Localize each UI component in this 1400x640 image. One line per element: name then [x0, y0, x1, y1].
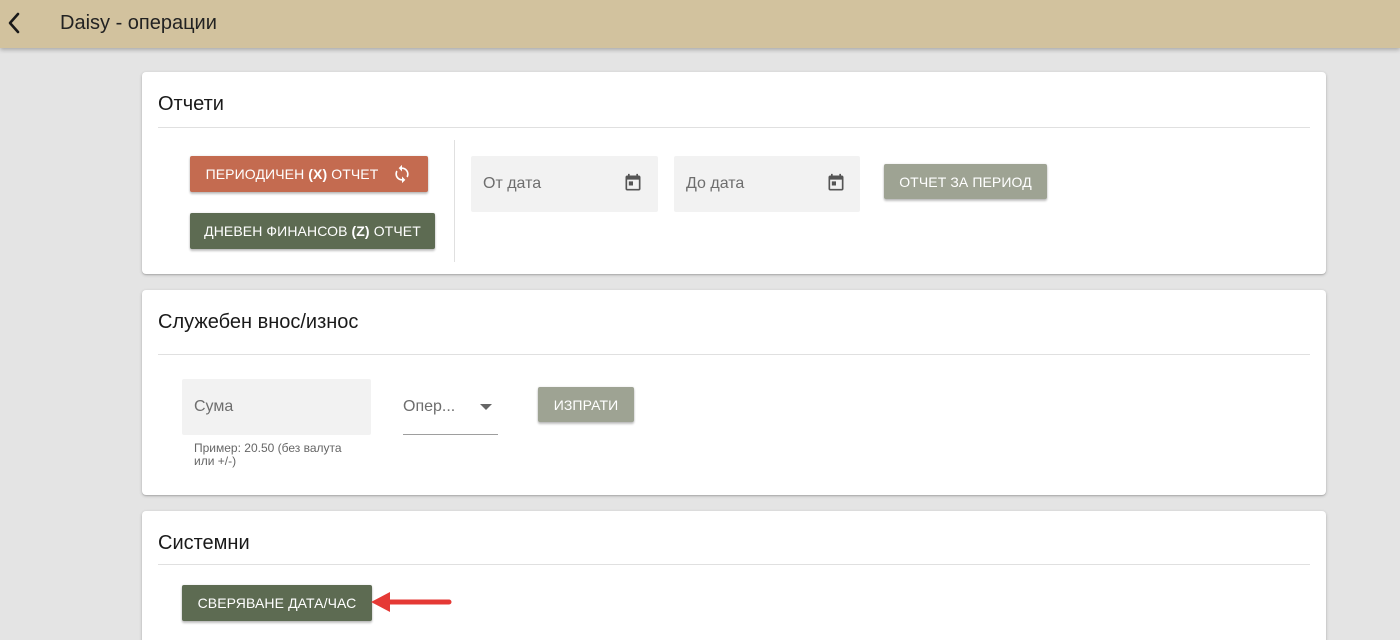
cash-in-out-title: Служебен внос/износ	[158, 311, 359, 333]
reports-card: Отчети ПЕРИОДИЧЕН (X) ОТЧЕТ ДНЕВЕН ФИНАН…	[142, 72, 1326, 274]
operation-select[interactable]: Опер...	[403, 386, 498, 435]
from-date-field[interactable]: От дата	[471, 156, 658, 212]
annotation-arrow-icon	[371, 592, 452, 612]
system-card: Системни СВЕРЯВАНЕ ДАТА/ЧАС	[142, 511, 1326, 640]
sync-date-time-button[interactable]: СВЕРЯВАНЕ ДАТА/ЧАС	[182, 585, 372, 621]
reports-title: Отчети	[158, 93, 224, 115]
amount-hint: Пример: 20.50 (без валута или +/-)	[194, 441, 342, 468]
from-date-placeholder: От дата	[483, 175, 542, 192]
operation-placeholder: Опер...	[403, 398, 456, 415]
top-app-bar: Daisy - операции	[0, 0, 1400, 48]
system-divider	[158, 564, 1310, 565]
to-date-field[interactable]: До дата	[674, 156, 860, 212]
refresh-icon	[395, 164, 410, 184]
calendar-icon[interactable]	[826, 173, 846, 193]
back-button[interactable]	[2, 8, 26, 38]
calendar-icon[interactable]	[623, 173, 643, 193]
cash-in-out-divider	[158, 354, 1310, 355]
send-button[interactable]: ИЗПРАТИ	[538, 387, 634, 422]
period-report-button[interactable]: ОТЧЕТ ЗА ПЕРИОД	[884, 164, 1047, 199]
amount-placeholder: Сума	[194, 398, 234, 415]
reports-vertical-divider	[454, 140, 455, 262]
page-title: Daisy - операции	[60, 12, 217, 34]
back-arrow-icon	[8, 12, 20, 34]
daily-z-report-button[interactable]: ДНЕВЕН ФИНАНСОВ (Z) ОТЧЕТ	[190, 213, 435, 249]
to-date-placeholder: До дата	[686, 175, 745, 192]
periodic-x-report-button[interactable]: ПЕРИОДИЧЕН (X) ОТЧЕТ	[190, 156, 428, 192]
daily-z-report-label: ДНЕВЕН ФИНАНСОВ (Z) ОТЧЕТ	[204, 223, 421, 239]
dropdown-arrow-icon	[480, 404, 492, 410]
system-title: Системни	[158, 532, 250, 554]
reports-divider	[158, 127, 1310, 128]
amount-field[interactable]: Сума	[182, 379, 371, 435]
periodic-x-report-label: ПЕРИОДИЧЕН (X) ОТЧЕТ	[205, 166, 379, 182]
cash-in-out-card: Служебен внос/износ Сума Пример: 20.50 (…	[142, 290, 1326, 495]
